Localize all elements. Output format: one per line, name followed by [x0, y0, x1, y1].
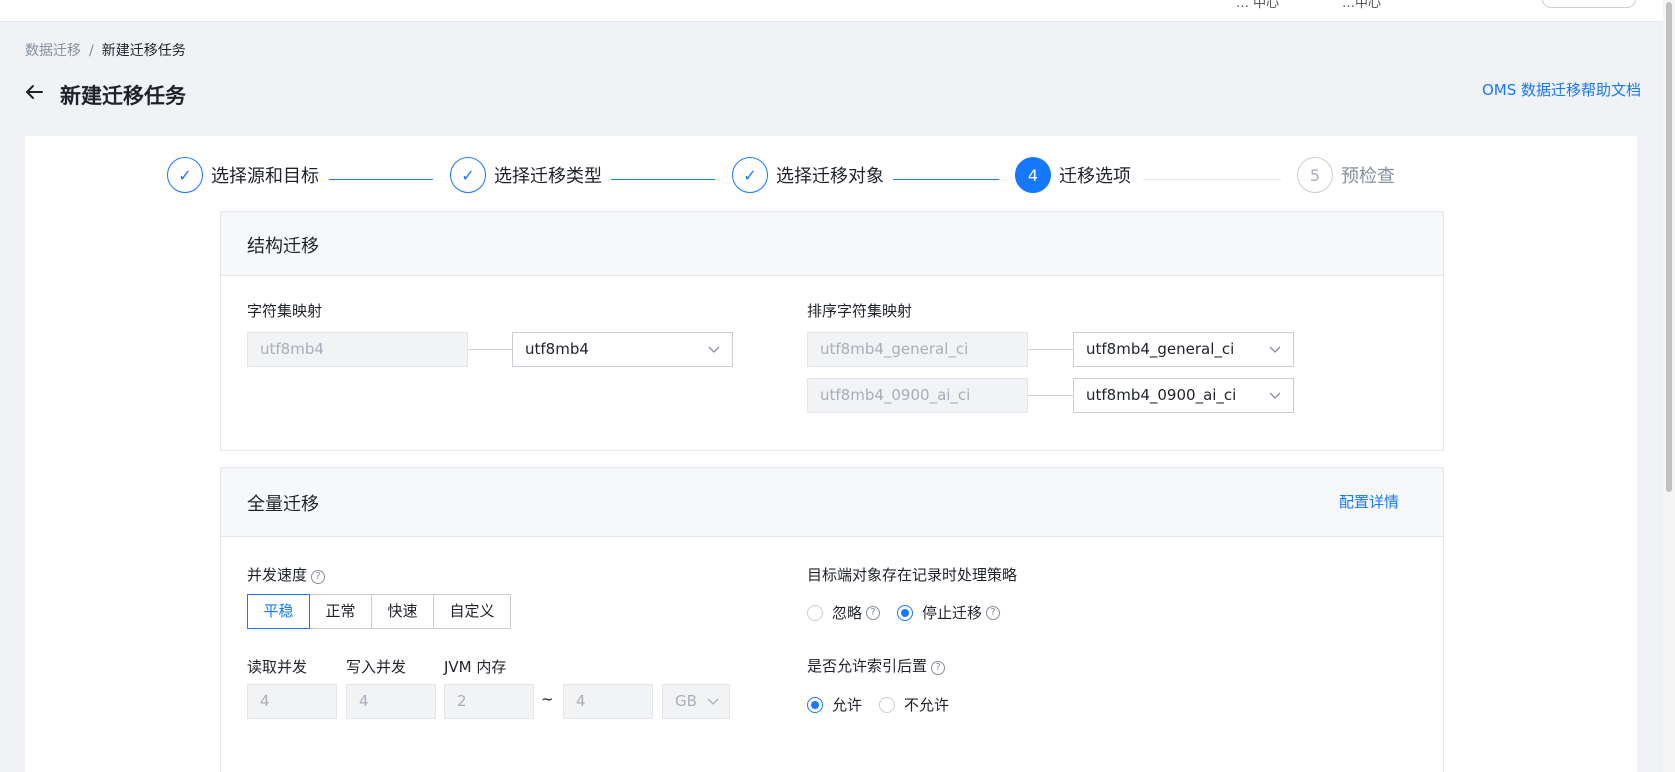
section-title: 结构迁移	[247, 236, 319, 257]
select-value: utf8mb4	[525, 340, 589, 358]
step-5[interactable]: 5 预检查	[1297, 156, 1395, 194]
breadcrumb: 数据迁移 / 新建迁移任务	[25, 40, 186, 60]
step-connector	[893, 179, 999, 180]
mapping-connector	[468, 349, 512, 350]
jvm-memory-label: JVM 内存	[444, 658, 507, 676]
jvm-min-input: 2	[444, 684, 534, 719]
check-icon: ✓	[732, 157, 768, 193]
read-concurrency-label: 读取并发	[247, 658, 308, 676]
step-label: 预检查	[1341, 166, 1395, 187]
mapping-connector	[1028, 349, 1073, 350]
topbar-account-pill[interactable]	[1542, 0, 1636, 8]
breadcrumb-current: 新建迁移任务	[101, 43, 186, 59]
step-number: 4	[1015, 157, 1051, 193]
speed-segmented-control: 平稳 正常 快速 自定义	[247, 594, 511, 629]
select-value: utf8mb4_general_ci	[1086, 340, 1235, 358]
step-label: 选择迁移对象	[776, 166, 884, 187]
breadcrumb-root[interactable]: 数据迁移	[25, 43, 81, 59]
label-text: 并发速度	[247, 566, 308, 584]
concurrency-speed-label: 并发速度?	[247, 564, 326, 585]
topbar-item-2[interactable]: …中心	[1342, 0, 1381, 11]
collation-label: 排序字符集映射	[807, 302, 913, 320]
collation-target-select[interactable]: utf8mb4_general_ci	[1073, 332, 1294, 367]
read-concurrency-input: 4	[247, 684, 337, 719]
page-scrollbar[interactable]	[1663, 0, 1675, 772]
steps-indicator: ✓ 选择源和目标 ✓ 选择迁移类型 ✓ 选择迁移对象 4 迁移选项 5 预检查	[25, 156, 1637, 196]
collation-source-input: utf8mb4_0900_ai_ci	[807, 378, 1028, 413]
write-concurrency-label: 写入并发	[346, 658, 407, 676]
step-connector	[1143, 179, 1281, 180]
help-icon[interactable]: ?	[986, 605, 1001, 620]
step-connector	[611, 179, 715, 180]
collation-target-select[interactable]: utf8mb4_0900_ai_ci	[1073, 378, 1294, 413]
help-docs-link[interactable]: OMS 数据迁移帮助文档	[1482, 79, 1641, 100]
select-value: GB	[675, 692, 697, 710]
chevron-down-icon	[708, 346, 720, 353]
select-value: utf8mb4_0900_ai_ci	[1086, 386, 1237, 404]
config-details-link[interactable]: 配置详情	[1339, 491, 1399, 512]
radio-label: 忽略	[832, 604, 863, 622]
speed-option-fast[interactable]: 快速	[371, 594, 434, 629]
step-3[interactable]: ✓ 选择迁移对象	[732, 156, 884, 194]
radio-circle-selected	[897, 604, 913, 621]
radio-circle	[879, 696, 895, 713]
index-postpone-label: 是否允许索引后置?	[807, 655, 946, 676]
step-label: 选择迁移类型	[494, 166, 602, 187]
chevron-down-icon	[1269, 392, 1281, 399]
back-arrow-icon[interactable]	[25, 84, 43, 100]
radio-circle	[807, 604, 823, 621]
check-icon: ✓	[450, 157, 486, 193]
speed-option-normal[interactable]: 正常	[309, 594, 372, 629]
label-text: 是否允许索引后置	[807, 657, 928, 675]
index-radio-allow[interactable]: 允许	[807, 694, 862, 715]
radio-label: 允许	[832, 696, 863, 714]
radio-circle-selected	[807, 696, 823, 713]
full-migration-section: 全量迁移 配置详情 并发速度? 平稳 正常 快速 自定义 读取并发 写入并发 J…	[220, 467, 1444, 772]
help-icon[interactable]: ?	[866, 605, 881, 620]
policy-radio-ignore[interactable]: 忽略?	[807, 602, 881, 623]
policy-radio-stop[interactable]: 停止迁移?	[897, 602, 1001, 623]
page-title: 新建迁移任务	[60, 84, 186, 108]
main-card: ✓ 选择源和目标 ✓ 选择迁移类型 ✓ 选择迁移对象 4 迁移选项 5 预检查 …	[25, 136, 1637, 772]
check-icon: ✓	[167, 157, 203, 193]
mapping-connector	[1028, 395, 1073, 396]
chevron-down-icon	[707, 698, 719, 705]
radio-label: 停止迁移	[922, 604, 983, 622]
step-label: 选择源和目标	[211, 166, 319, 187]
conflict-policy-label: 目标端对象存在记录时处理策略	[807, 566, 1018, 584]
step-4[interactable]: 4 迁移选项	[1015, 156, 1131, 194]
collation-source-input: utf8mb4_general_ci	[807, 332, 1028, 367]
chevron-down-icon	[1269, 346, 1281, 353]
top-navbar: … 中心 …中心	[0, 0, 1675, 22]
scrollbar-thumb[interactable]	[1666, 2, 1672, 492]
jvm-max-input: 4	[563, 684, 653, 719]
step-label: 迁移选项	[1059, 166, 1131, 187]
charset-source-input: utf8mb4	[247, 332, 468, 367]
step-1[interactable]: ✓ 选择源和目标	[167, 156, 319, 194]
index-radio-disallow[interactable]: 不允许	[879, 694, 949, 715]
speed-option-steady[interactable]: 平稳	[247, 594, 310, 629]
topbar-item-1[interactable]: … 中心	[1236, 0, 1279, 11]
structure-migration-section: 结构迁移 字符集映射 utf8mb4 utf8mb4 排序字符集映射 utf8m…	[220, 211, 1444, 451]
step-number: 5	[1297, 157, 1333, 193]
section-title: 全量迁移	[247, 494, 319, 515]
charset-label: 字符集映射	[247, 302, 323, 320]
write-concurrency-input: 4	[346, 684, 436, 719]
speed-option-custom[interactable]: 自定义	[433, 594, 511, 629]
breadcrumb-separator: /	[89, 43, 94, 59]
section-header: 结构迁移	[221, 212, 1443, 276]
charset-target-select[interactable]: utf8mb4	[512, 332, 733, 367]
radio-label: 不允许	[904, 696, 950, 714]
range-separator: ~	[541, 690, 554, 708]
step-connector	[329, 179, 433, 180]
memory-unit-select: GB	[662, 684, 730, 719]
section-header: 全量迁移 配置详情	[221, 468, 1443, 537]
help-icon[interactable]: ?	[311, 570, 326, 584]
help-icon[interactable]: ?	[931, 661, 946, 675]
step-2[interactable]: ✓ 选择迁移类型	[450, 156, 602, 194]
